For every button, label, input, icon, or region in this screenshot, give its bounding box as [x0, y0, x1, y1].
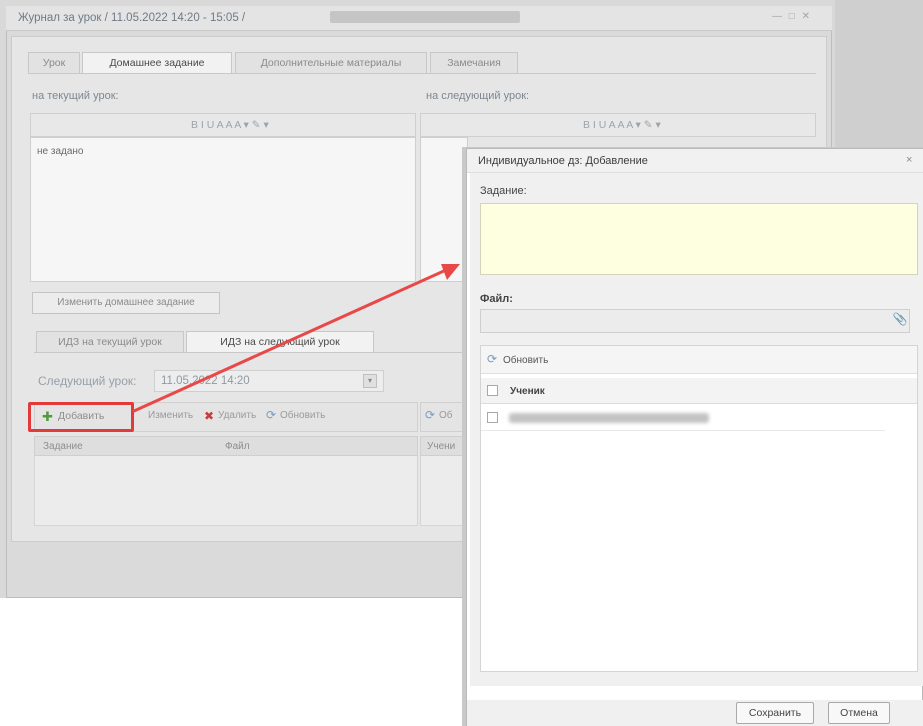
next-lesson-select[interactable]: 11.05.2022 14:20 ▾ — [154, 370, 384, 392]
window-controls[interactable]: — □ ✕ — [772, 11, 822, 22]
close-icon[interactable]: × — [906, 154, 912, 166]
formatting-buttons[interactable]: B I U A A A ▾ ✎ ▾ — [191, 119, 411, 131]
refresh-icon-dialog: ⟳ — [487, 352, 498, 366]
refresh-icon-right: ⟳ — [425, 408, 436, 422]
refresh-icon: ⟳ — [266, 408, 277, 422]
idz-grid-header: Задание Файл — [34, 436, 418, 456]
students-refresh-button[interactable]: Обновить — [503, 355, 548, 366]
next-lesson-value: 11.05.2022 14:20 — [161, 375, 250, 387]
paperclip-icon[interactable]: 📎 — [891, 312, 909, 330]
formatting-buttons-next[interactable]: B I U A A A ▾ ✎ ▾ — [583, 119, 803, 131]
tab-lesson[interactable]: Урок — [28, 52, 80, 74]
refresh-button[interactable]: Обновить — [280, 410, 325, 421]
cancel-button[interactable]: Отмена — [828, 702, 890, 724]
change-homework-button[interactable]: Изменить домашнее задание — [32, 292, 220, 314]
window-title-redacted — [330, 11, 520, 23]
table-row[interactable] — [481, 405, 885, 431]
tab-idz-current[interactable]: ИДЗ на текущий урок — [36, 331, 184, 353]
delete-icon: ✖ — [204, 409, 215, 423]
column-student[interactable]: Ученик — [510, 386, 545, 397]
tab-strip-line — [28, 73, 816, 74]
current-editor-toolbar[interactable]: B I U A A A ▾ ✎ ▾ — [30, 113, 416, 137]
student-name-redacted — [509, 413, 709, 423]
file-label: Файл: — [480, 293, 513, 305]
right-grid-body — [420, 456, 468, 526]
column-student-left[interactable]: Учени — [427, 441, 455, 452]
column-file[interactable]: Файл — [225, 441, 250, 452]
subtab-line — [34, 352, 468, 353]
calendar-icon[interactable]: ▾ — [363, 374, 377, 388]
next-editor-toolbar[interactable]: B I U A A A ▾ ✎ ▾ — [420, 113, 816, 137]
students-grid-header — [481, 378, 917, 404]
current-homework-editor[interactable]: не задано — [30, 137, 416, 282]
add-button-highlight — [28, 402, 134, 432]
tab-homework[interactable]: Домашнее задание — [82, 52, 232, 74]
save-button[interactable]: Сохранить — [736, 702, 814, 724]
student-checkbox[interactable] — [487, 412, 498, 423]
delete-button[interactable]: Удалить — [218, 410, 256, 421]
next-lesson-label: на следующий урок: — [426, 90, 530, 102]
current-homework-text: не задано — [37, 146, 84, 157]
tab-remarks[interactable]: Замечания — [430, 52, 518, 74]
tab-additional-materials[interactable]: Дополнительные материалы — [235, 52, 427, 74]
task-textarea[interactable] — [480, 203, 918, 275]
dialog-title: Индивидуальное дз: Добавление — [478, 155, 648, 167]
current-lesson-label: на текущий урок: — [32, 90, 119, 102]
refresh-button-right[interactable]: Об — [439, 410, 453, 421]
next-homework-editor[interactable] — [420, 137, 468, 282]
right-grid-header: Учени — [420, 436, 468, 456]
window-title: Журнал за урок / 11.05.2022 14:20 - 15:0… — [18, 12, 246, 24]
column-task[interactable]: Задание — [43, 441, 83, 452]
next-lesson-field-label: Следующий урок: — [38, 374, 137, 388]
select-all-checkbox[interactable] — [487, 385, 498, 396]
edit-button[interactable]: Изменить — [148, 410, 193, 421]
idz-grid-body — [34, 456, 418, 526]
right-grid-toolbar: ⟳ Об — [420, 402, 468, 432]
file-field[interactable] — [480, 309, 910, 333]
task-label: Задание: — [480, 185, 527, 197]
tab-idz-next[interactable]: ИДЗ на следующий урок — [186, 331, 374, 353]
